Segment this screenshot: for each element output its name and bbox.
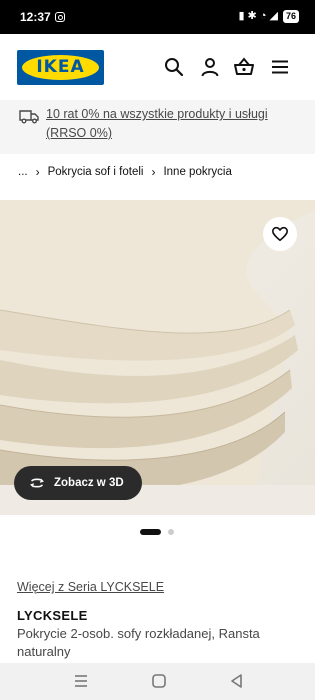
view-3d-button[interactable]: Zobacz w 3D bbox=[14, 466, 142, 500]
product-name: LYCKSELE bbox=[17, 608, 88, 623]
favorite-button[interactable] bbox=[263, 217, 297, 251]
truck-icon bbox=[18, 107, 40, 125]
status-indicators: ▮ ✱ ◔ ◢ 76 bbox=[238, 9, 299, 23]
profile-icon[interactable] bbox=[199, 56, 221, 78]
recents-icon[interactable] bbox=[72, 673, 90, 689]
breadcrumb: ... › Pokrycia sof i foteli › Inne pokry… bbox=[18, 163, 308, 181]
system-nav-bar bbox=[0, 663, 315, 700]
search-icon[interactable] bbox=[163, 56, 185, 78]
promo-banner[interactable]: 10 rat 0% na wszystkie produkty i usługi… bbox=[0, 100, 315, 154]
view-3d-label: Zobacz w 3D bbox=[54, 477, 124, 489]
rotate-3d-icon bbox=[30, 478, 44, 488]
menu-icon[interactable] bbox=[269, 56, 291, 78]
back-icon[interactable] bbox=[228, 673, 246, 689]
status-glyphs: ▮ ✱ ◔ ◢ bbox=[238, 10, 278, 22]
logo-text: IKEA bbox=[36, 57, 85, 77]
breadcrumb-ellipsis[interactable]: ... bbox=[18, 166, 28, 178]
site-header: IKEA bbox=[0, 34, 315, 100]
chevron-right-icon: › bbox=[151, 165, 156, 179]
ikea-logo[interactable]: IKEA bbox=[17, 50, 104, 85]
series-link[interactable]: Więcej z Seria LYCKSELE bbox=[17, 580, 164, 594]
status-bar: 12:37 ▮ ✱ ◔ ◢ 76 bbox=[0, 0, 315, 34]
carousel-dot-active[interactable] bbox=[140, 529, 161, 535]
battery-indicator: 76 bbox=[282, 9, 299, 23]
carousel-dot[interactable] bbox=[168, 529, 174, 535]
carousel-indicator bbox=[140, 528, 180, 536]
product-description: Pokrycie 2-osob. sofy rozkładanej, Ranst… bbox=[17, 626, 260, 659]
instagram-icon bbox=[55, 12, 65, 22]
promo-text[interactable]: 10 rat 0% na wszystkie produkty i usługi… bbox=[46, 105, 306, 143]
breadcrumb-item-other-covers[interactable]: Inne pokrycia bbox=[163, 166, 231, 178]
heart-icon bbox=[271, 226, 289, 242]
chevron-right-icon: › bbox=[35, 165, 40, 179]
breadcrumb-item-sofa-covers[interactable]: Pokrycia sof i foteli bbox=[48, 166, 144, 178]
status-time: 12:37 bbox=[20, 10, 51, 24]
basket-icon[interactable] bbox=[233, 56, 255, 78]
home-icon[interactable] bbox=[150, 673, 168, 689]
